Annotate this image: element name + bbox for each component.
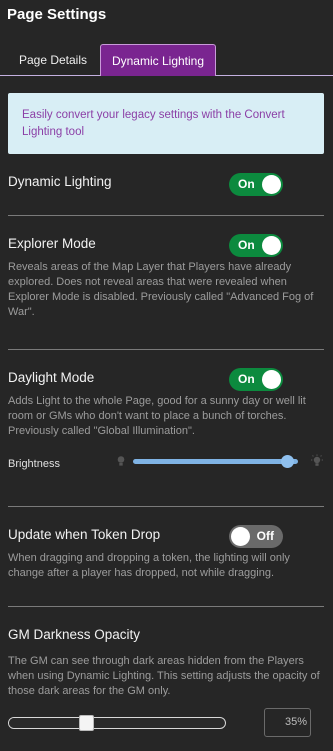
tab-dynamic-lighting[interactable]: Dynamic Lighting <box>100 44 216 76</box>
dynamic-lighting-toggle[interactable]: On <box>229 173 283 196</box>
toggle-knob <box>231 527 250 546</box>
explorer-mode-toggle[interactable]: On <box>229 234 283 257</box>
toggle-label: On <box>238 177 255 191</box>
convert-lighting-notice: Easily convert your legacy settings with… <box>8 93 324 154</box>
settings-tabs: Page Details Dynamic Lighting <box>0 44 333 76</box>
page-title: Page Settings <box>7 6 107 23</box>
divider <box>8 349 324 350</box>
divider <box>8 506 324 507</box>
toggle-label: On <box>238 372 255 386</box>
toggle-label: On <box>238 238 255 252</box>
daylight-mode-description: Adds Light to the whole Page, good for a… <box>8 395 306 437</box>
gm-darkness-opacity-input[interactable]: 35% <box>264 708 311 737</box>
explorer-mode-description: Reveals areas of the Map Layer that Play… <box>8 261 314 318</box>
bulb-bright-icon <box>311 454 323 466</box>
gm-darkness-opacity-slider[interactable] <box>8 715 226 731</box>
gm-darkness-opacity-title: GM Darkness Opacity <box>8 627 141 642</box>
toggle-label: Off <box>256 529 274 543</box>
brightness-slider[interactable] <box>133 455 298 468</box>
daylight-mode-title: Daylight Mode <box>8 370 95 385</box>
divider <box>8 606 324 607</box>
tab-page-details[interactable]: Page Details <box>8 44 98 76</box>
toggle-knob <box>262 175 281 194</box>
explorer-mode-title: Explorer Mode <box>8 236 96 251</box>
toggle-knob <box>262 236 281 255</box>
slider-fill <box>9 718 87 728</box>
brightness-slider-thumb[interactable] <box>280 455 294 468</box>
update-token-drop-description: When dragging and dropping a token, the … <box>8 552 290 579</box>
gm-darkness-opacity-description: The GM can see through dark areas hidden… <box>8 655 320 697</box>
bulb-dim-icon <box>117 456 125 466</box>
daylight-mode-toggle[interactable]: On <box>229 368 283 391</box>
divider <box>8 215 324 216</box>
gm-darkness-opacity-slider-thumb[interactable] <box>79 715 95 731</box>
update-token-drop-toggle[interactable]: Off <box>229 525 283 548</box>
dynamic-lighting-title: Dynamic Lighting <box>8 174 112 189</box>
brightness-label: Brightness <box>8 458 60 470</box>
update-token-drop-title: Update when Token Drop <box>8 527 161 542</box>
toggle-knob <box>262 370 281 389</box>
